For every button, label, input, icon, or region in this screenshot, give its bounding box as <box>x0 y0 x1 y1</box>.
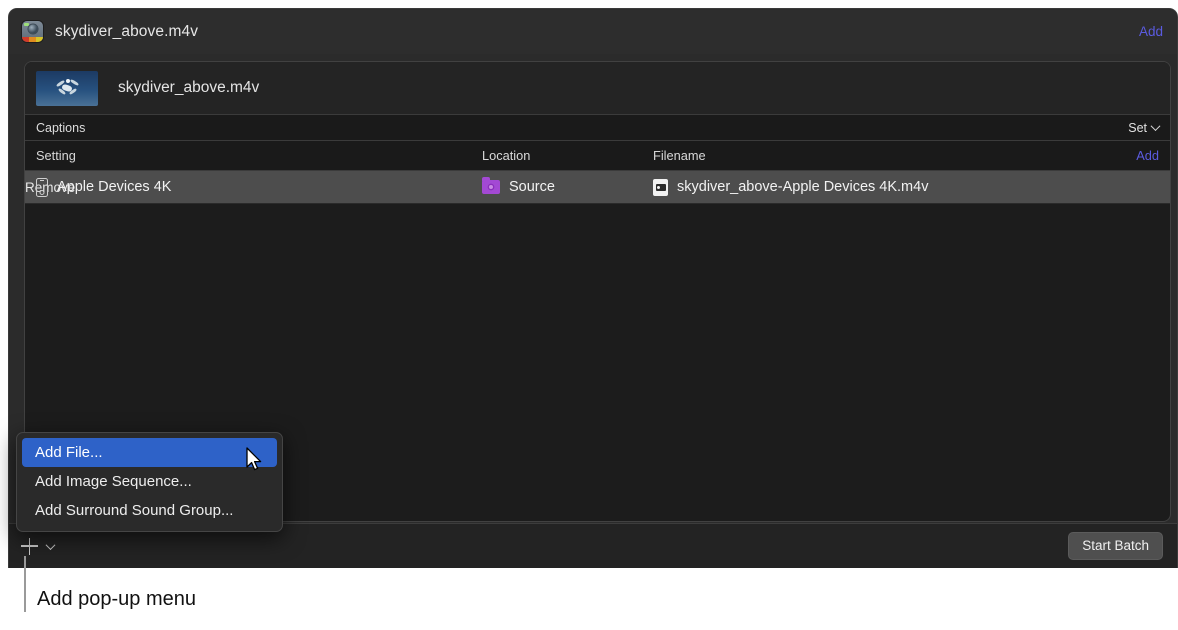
row-filename-label: skydiver_above-Apple Devices 4K.m4v <box>677 179 928 195</box>
header-add-link[interactable]: Add <box>1139 24 1163 39</box>
callout-label: Add pop-up menu <box>37 588 196 611</box>
captions-set-button[interactable]: Set <box>1128 121 1159 135</box>
window-title: skydiver_above.m4v <box>55 23 198 41</box>
window-titlebar: skydiver_above.m4v Add <box>9 9 1177 54</box>
add-popup-button[interactable] <box>21 538 54 555</box>
skydiver-video-thumbnail <box>36 71 98 106</box>
media-file-icon <box>653 179 668 196</box>
menu-item-add-surround-sound-group[interactable]: Add Surround Sound Group... <box>22 496 277 525</box>
row-filename-cell: skydiver_above-Apple Devices 4K.m4v <box>653 179 928 196</box>
row-location-cell: Source <box>482 179 555 195</box>
row-setting-label: Apple Devices 4K <box>57 179 171 195</box>
menu-item-add-image-sequence[interactable]: Add Image Sequence... <box>22 467 277 496</box>
captions-set-label: Set <box>1128 121 1147 135</box>
app-icon-lens <box>28 24 37 33</box>
column-header-setting: Setting <box>36 148 76 163</box>
captions-bar: Captions Set <box>25 114 1170 141</box>
screenshot-root: skydiver_above.m4v Add skydiver_above.m4… <box>0 0 1178 630</box>
job-header-row[interactable]: skydiver_above.m4v <box>25 62 1170 114</box>
iphone-device-icon <box>36 178 48 197</box>
add-popup-menu: Add File... Add Image Sequence... Add Su… <box>16 432 283 532</box>
menu-item-add-file[interactable]: Add File... <box>22 438 277 467</box>
captions-label: Captions <box>36 121 85 135</box>
chevron-down-icon <box>1151 121 1161 131</box>
column-header-location: Location <box>482 148 530 163</box>
column-header-filename: Filename <box>653 148 706 163</box>
mouse-cursor <box>246 447 264 478</box>
app-icon-stripes <box>22 37 43 42</box>
purple-folder-icon <box>482 180 500 194</box>
compressor-app-icon <box>22 21 43 42</box>
job-name-label: skydiver_above.m4v <box>118 79 259 97</box>
chevron-down-icon <box>46 540 56 550</box>
table-row[interactable]: Apple Devices 4K Source skydiver_above-A… <box>25 171 1170 204</box>
row-location-label: Source <box>509 179 555 195</box>
start-batch-button[interactable]: Start Batch <box>1068 532 1163 560</box>
row-setting-cell: Apple Devices 4K <box>36 178 171 197</box>
table-add-link[interactable]: Add <box>1136 148 1159 163</box>
table-column-header: Setting Location Filename Add <box>25 141 1170 171</box>
plus-icon <box>21 538 38 555</box>
callout-leader-line <box>24 556 26 612</box>
